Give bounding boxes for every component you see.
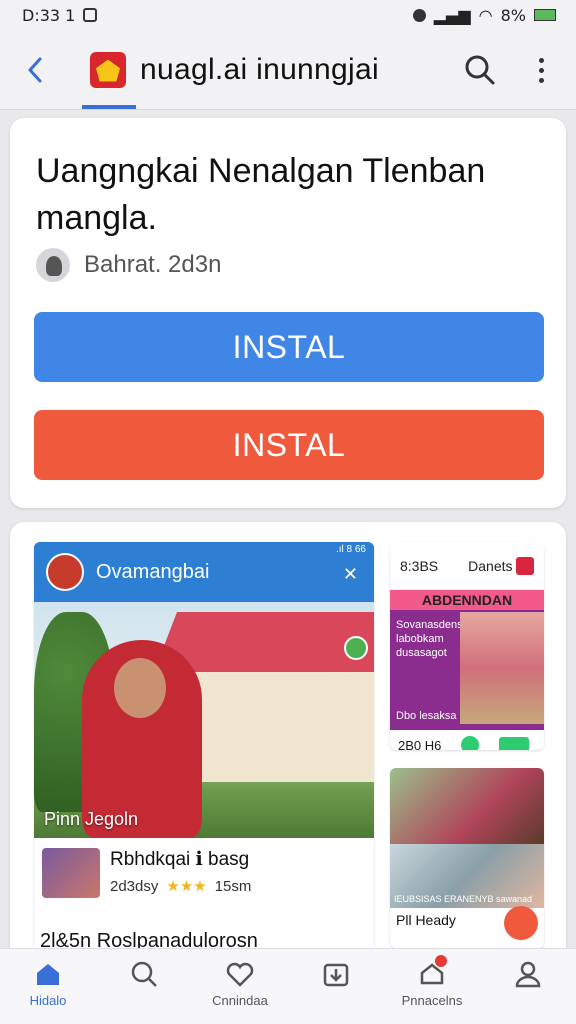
side2-photo-2: IEUBSISAS ERANENYB sawanad xyxy=(390,844,544,908)
side-footer: 2B0 H6 xyxy=(390,730,544,750)
avatar[interactable] xyxy=(36,248,70,282)
nav-downloads[interactable] xyxy=(288,959,384,1009)
nav-profile[interactable] xyxy=(480,959,576,1009)
notification-badge xyxy=(435,955,447,967)
download-fab-icon[interactable] xyxy=(504,906,538,940)
whatsapp-icon xyxy=(461,736,480,750)
status-bar: D:33 1 ▂▄▆ ◠ 8% xyxy=(0,0,576,30)
preview-info-duration: 15sm xyxy=(214,877,252,895)
status-left: D:33 1 xyxy=(22,5,98,25)
status-time: D:33 1 xyxy=(22,5,76,25)
author-name: Bahrat. 2d3n xyxy=(84,251,222,278)
more-dot xyxy=(538,77,544,83)
side-footer-text: 2B0 H6 xyxy=(398,737,442,751)
search-button[interactable] xyxy=(462,52,498,88)
side-banner-title: ABDENNDAN xyxy=(390,590,544,610)
bottom-nav: Hidalo Cnnindaa Pnnacelns xyxy=(0,948,576,1024)
back-button[interactable] xyxy=(0,30,70,110)
battery-percent: 8% xyxy=(500,5,526,25)
photo-caption: Pinn Jegoln xyxy=(44,809,139,829)
side-time: 8:3BS xyxy=(400,557,439,574)
nav-favorites[interactable]: Cnnindaa xyxy=(192,959,288,1009)
status-right: ▂▄▆ ◠ 8% xyxy=(412,5,556,25)
heart-icon xyxy=(226,962,254,987)
preview-screenshot-side-2[interactable]: IEUBSISAS ERANENYB sawanad Pll Heady xyxy=(390,768,544,948)
signal-icon: ▂▄▆ xyxy=(433,5,471,25)
side-banner-small: Dbo lesaksa xyxy=(396,710,457,722)
preview-info-text: Rbhdkqai ℹ basg 2d3dsy ★★★ 15sm xyxy=(110,848,251,918)
chevron-left-icon xyxy=(28,57,42,82)
preview-info-title: Rbhdkqai ℹ basg xyxy=(110,849,250,870)
preview-thumbnail xyxy=(42,848,100,898)
home-icon xyxy=(37,964,59,985)
preview-info-date: 2d3dsy xyxy=(110,877,159,895)
nav-favorites-label: Cnnindaa xyxy=(212,993,268,1008)
more-dot xyxy=(538,57,544,63)
install-button-secondary[interactable]: INSTAL xyxy=(34,410,544,480)
close-icon: ✕ xyxy=(342,564,358,584)
side-badge xyxy=(516,556,534,575)
preview-screenshot-side[interactable]: 8:3BS Danets ABDENNDAN Sovanasdens labob… xyxy=(390,542,544,750)
more-dot xyxy=(538,67,544,73)
preview-status: .ıl 8 66 xyxy=(335,544,366,555)
active-tab-indicator xyxy=(82,105,136,109)
preview-photo: Pinn Jegoln xyxy=(34,602,374,838)
search-icon xyxy=(131,961,157,987)
alarm-icon xyxy=(412,8,426,22)
green-tag-icon xyxy=(499,737,530,750)
face-shape xyxy=(114,658,166,718)
article-card: Uangngkai Nenalgan Tlenban mangla. Bahra… xyxy=(10,118,566,508)
side-photo-grid xyxy=(460,612,544,724)
preview-title: Ovamangbai xyxy=(96,560,210,583)
install-button-primary[interactable]: INSTAL xyxy=(34,312,544,382)
nav-home-label: Hidalo xyxy=(29,993,67,1008)
gallery-notification-icon xyxy=(83,8,98,22)
star-rating: ★★★ xyxy=(166,878,207,895)
preview-logo xyxy=(46,553,84,591)
more-options-button[interactable] xyxy=(526,52,556,88)
side2-small-text: IEUBSISAS ERANENYB sawanad xyxy=(394,894,533,904)
preview-header: .ıl 8 66 Ovamangbai ✕ xyxy=(34,542,374,602)
nav-search[interactable] xyxy=(96,959,192,1009)
app-title: nuagl.ai inunngjai xyxy=(140,52,379,86)
search-icon xyxy=(465,55,495,85)
side-header: 8:3BS Danets xyxy=(390,542,544,590)
side-banner-text: Sovanasdens labobkam dusasagot xyxy=(396,619,463,659)
side-banner: ABDENNDAN Sovanasdens labobkam dusasagot… xyxy=(390,590,544,730)
battery-icon xyxy=(534,9,556,21)
profile-icon xyxy=(515,961,541,988)
app-bar: nuagl.ai inunngjai xyxy=(0,30,576,110)
app-logo xyxy=(90,51,126,88)
nav-notifications-label: Pnnacelns xyxy=(401,993,463,1008)
status-badge xyxy=(344,636,368,660)
author-row: Bahrat. 2d3n xyxy=(36,248,221,282)
side2-photo xyxy=(390,768,544,844)
preview-info-meta: 2d3dsy ★★★ 15sm xyxy=(110,877,252,896)
download-icon xyxy=(323,963,349,987)
wifi-icon: ◠ xyxy=(478,5,493,25)
preview-info: Rbhdkqai ℹ basg 2d3dsy ★★★ 15sm xyxy=(34,838,374,928)
nav-home[interactable]: Hidalo xyxy=(0,959,96,1009)
preview-card: .ıl 8 66 Ovamangbai ✕ Pinn Jegoln Rbhdkq… xyxy=(10,522,566,962)
side-title: Danets xyxy=(468,557,513,574)
preview-screenshot-main[interactable]: .ıl 8 66 Ovamangbai ✕ Pinn Jegoln Rbhdkq… xyxy=(34,542,374,962)
nav-notifications[interactable]: Pnnacelns xyxy=(384,955,480,1009)
article-headline: Uangngkai Nenalgan Tlenban mangla. xyxy=(36,152,486,237)
